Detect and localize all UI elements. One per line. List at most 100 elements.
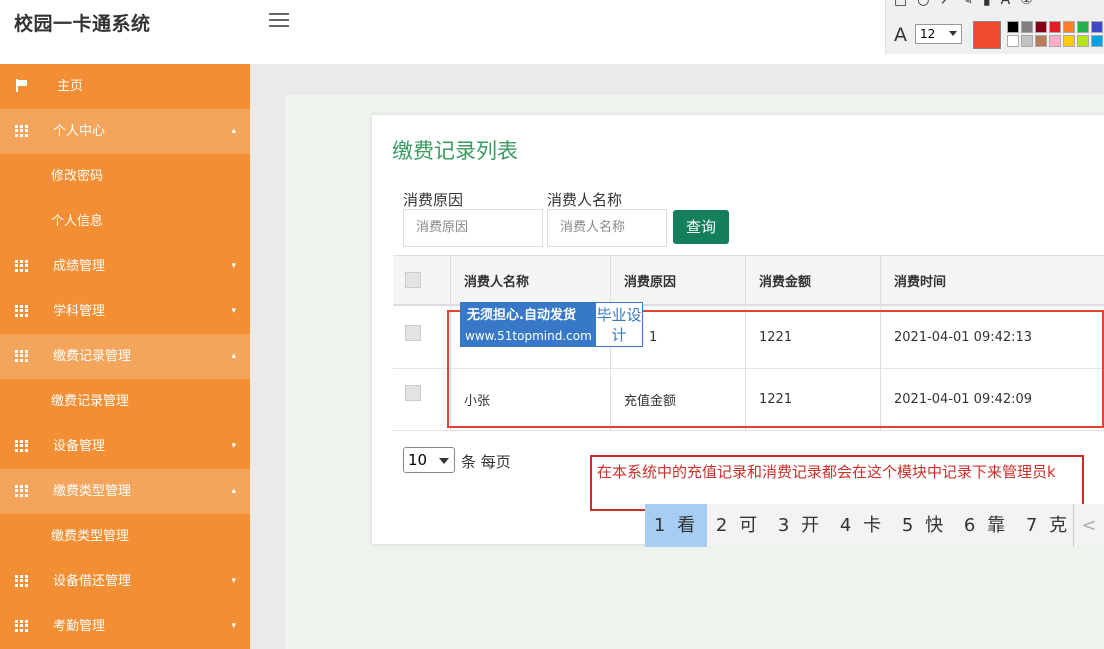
chevron-up-icon: ▴ — [231, 351, 236, 361]
color-swatch[interactable] — [1091, 35, 1103, 47]
sidebar-item[interactable]: 学科管理 ▾ — [0, 289, 250, 334]
sidebar-item-label: 缴费记录管理 — [53, 349, 132, 364]
ime-candidate[interactable]: 5 快 — [893, 504, 955, 547]
color-swatch[interactable] — [1063, 21, 1075, 33]
font-icon: A — [894, 24, 907, 46]
color-swatch[interactable] — [1049, 35, 1061, 47]
sidebar-subitem-label: 个人信息 — [51, 214, 104, 229]
color-palette[interactable] — [1007, 21, 1104, 47]
table-header: 消费人名称 消费原因 消费金额 消费时间 — [393, 255, 1104, 306]
color-swatch[interactable] — [1063, 35, 1075, 47]
font-size-select[interactable]: 12 — [915, 24, 962, 44]
chevron-down-icon: ▾ — [231, 306, 236, 316]
chevron-down-icon: ▾ — [231, 261, 236, 271]
watermark-right: 毕业设计 — [596, 303, 642, 346]
color-swatch[interactable] — [1035, 21, 1047, 33]
color-swatch[interactable] — [1007, 21, 1019, 33]
pen-tool-icon[interactable]: ✎ — [961, 0, 973, 8]
sidebar-item-label: 设备借还管理 — [53, 574, 132, 589]
column-header: 消费人名称 — [450, 256, 610, 304]
app-title: 校园一卡通系统 — [14, 13, 151, 35]
flag-icon — [16, 79, 27, 92]
color-swatch[interactable] — [1077, 21, 1089, 33]
sidebar-item[interactable]: 缴费记录管理 ▴ — [0, 334, 250, 379]
name-input[interactable]: 消费人名称 — [547, 209, 667, 247]
text-tool-icon[interactable]: A — [1001, 0, 1011, 8]
grid-icon — [15, 350, 28, 362]
ellipse-tool-icon[interactable]: ○ — [917, 0, 929, 8]
watermark: 无须担心.自动发货 www.51topmind.com 毕业设计 — [460, 302, 643, 347]
grid-icon — [15, 305, 28, 317]
query-button[interactable]: 查询 — [673, 210, 729, 244]
sidebar-item-label: 个人中心 — [53, 124, 106, 139]
ime-candidate[interactable]: 4 卡 — [831, 504, 893, 547]
ime-candidate[interactable]: 7 克 — [1017, 504, 1079, 547]
annotation-toolbar: □ ○ ↗ ✎ ▮ A ① A 12 — [885, 0, 1104, 54]
column-header: 消费时间 — [880, 256, 1104, 304]
grid-icon — [15, 485, 28, 497]
sidebar-item[interactable]: 设备管理 ▾ — [0, 424, 250, 469]
annotation-text: 在本系统中的充值记录和消费记录都会在这个模块中记录下来管理员k — [597, 463, 1056, 481]
watermark-line1: 无须担心.自动发货 — [467, 308, 576, 323]
grid-icon — [15, 260, 28, 272]
sidebar-item-label: 主页 — [57, 79, 84, 94]
grid-icon — [15, 440, 28, 452]
watermark-line2: www.51topmind.com — [465, 329, 592, 343]
grid-icon — [15, 575, 28, 587]
select-all-checkbox[interactable] — [405, 272, 421, 288]
page-title: 缴费记录列表 — [392, 139, 518, 163]
ime-candidate[interactable]: 1 看 — [645, 504, 707, 547]
sidebar-item[interactable]: 设备借还管理 ▾ — [0, 559, 250, 604]
sidebar-item-label: 学科管理 — [53, 304, 106, 319]
ime-candidate[interactable]: 6 靠 — [955, 504, 1017, 547]
column-header: 消费原因 — [610, 256, 745, 304]
ime-prev-page[interactable]: < — [1073, 504, 1104, 547]
sidebar-item-label: 缴费类型管理 — [53, 484, 132, 499]
font-size-value: 12 — [920, 27, 936, 41]
current-color-swatch[interactable] — [973, 21, 1001, 49]
annotation-tools[interactable]: □ ○ ↗ ✎ ▮ A ① — [894, 0, 1033, 8]
highlighter-tool-icon[interactable]: ▮ — [983, 0, 991, 8]
rectangle-tool-icon[interactable]: □ — [894, 0, 907, 8]
sidebar-item[interactable]: 个人信息 — [0, 199, 250, 244]
chevron-down-icon — [949, 31, 957, 36]
reason-input[interactable]: 消费原因 — [403, 209, 543, 247]
sidebar-subitem-label: 修改密码 — [51, 169, 104, 184]
sidebar-item[interactable]: 个人中心 ▴ — [0, 109, 250, 154]
number-tool-icon[interactable]: ① — [1020, 0, 1033, 8]
ime-candidate[interactable]: 3 开 — [769, 504, 831, 547]
grid-icon — [15, 620, 28, 632]
color-swatch[interactable] — [1049, 21, 1061, 33]
color-swatch[interactable] — [1021, 35, 1033, 47]
chevron-down-icon: ▾ — [231, 576, 236, 586]
row-checkbox[interactable] — [405, 325, 421, 341]
per-page-suffix: 条 每页 — [461, 453, 511, 471]
ime-candidate[interactable]: 2 可 — [707, 504, 769, 547]
per-page-value: 10 — [408, 451, 428, 469]
sidebar-item[interactable]: 考勤管理 ▾ — [0, 604, 250, 649]
color-swatch[interactable] — [1091, 21, 1103, 33]
sidebar-item[interactable]: 主页 — [0, 64, 250, 109]
color-swatch[interactable] — [1035, 35, 1047, 47]
sidebar-item-label: 考勤管理 — [53, 619, 106, 634]
sidebar: 主页 个人中心 ▴ 修改密码 个人信息 成绩管理 ▾ 学科管理 ▾ 缴费记录管理 ▴ 缴费记录管理 设备… — [0, 64, 250, 649]
row-checkbox[interactable] — [405, 385, 421, 401]
per-page-select[interactable]: 10 — [403, 447, 455, 473]
grid-icon — [15, 125, 28, 137]
chevron-up-icon: ▴ — [231, 486, 236, 496]
sidebar-subitem-label: 缴费记录管理 — [51, 394, 130, 409]
color-swatch[interactable] — [1007, 35, 1019, 47]
chevron-down-icon: ▾ — [231, 621, 236, 631]
column-header: 消费金额 — [745, 256, 880, 304]
sidebar-item[interactable]: 缴费记录管理 — [0, 379, 250, 424]
sidebar-item[interactable]: 缴费类型管理 — [0, 514, 250, 559]
sidebar-item[interactable]: 修改密码 — [0, 154, 250, 199]
color-swatch[interactable] — [1021, 21, 1033, 33]
name-label: 消费人名称 — [547, 191, 623, 209]
menu-toggle-icon[interactable] — [269, 13, 289, 29]
sidebar-item[interactable]: 缴费类型管理 ▴ — [0, 469, 250, 514]
sidebar-item[interactable]: 成绩管理 ▾ — [0, 244, 250, 289]
color-swatch[interactable] — [1077, 35, 1089, 47]
chevron-down-icon — [439, 458, 449, 464]
arrow-tool-icon[interactable]: ↗ — [939, 0, 951, 8]
